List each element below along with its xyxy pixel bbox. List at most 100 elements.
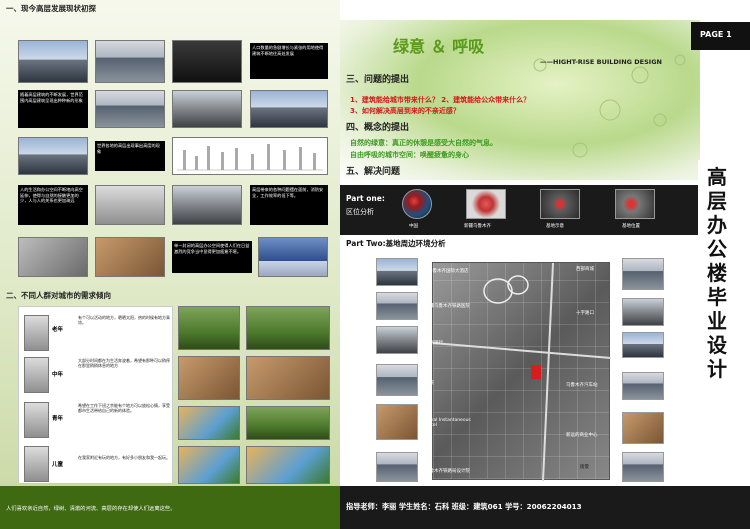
photo-plaza-2 <box>246 356 330 400</box>
map-label-7: 西部商城 <box>576 267 594 272</box>
avatar-youth <box>24 402 49 438</box>
map-label-9: 乌鲁木齐汽车站 <box>566 383 598 388</box>
map-label-11: 街景 <box>580 465 589 470</box>
avatar-middle-aged <box>24 357 49 393</box>
photo-kids-1 <box>178 446 240 484</box>
photo-west-mall <box>622 258 664 290</box>
map-label-5: Royal Instantaneous Hotel <box>425 418 471 428</box>
vt-char-4: 公 <box>707 237 727 261</box>
site-sketch-thumb <box>540 189 580 219</box>
photo-royal-hotel <box>376 404 418 440</box>
chart-building-heights <box>172 137 328 175</box>
english-subtitle: ——HIGHT-RISE BUILDING DESIGN <box>540 58 662 66</box>
photo-skyline-2 <box>95 40 165 83</box>
group-label-youth: 青年 <box>52 416 64 422</box>
caption-2: 随着高层建筑的不断发展，世界范围内高层建筑呈现出种种新的形象 <box>18 90 88 128</box>
photo-youth-1 <box>178 406 240 440</box>
theme-title: 绿意 ＆ 呼吸 <box>393 37 485 56</box>
vt-char-8: 设 <box>707 333 727 357</box>
loc-label-urumqi: 新疆乌鲁木齐 <box>464 224 491 229</box>
map-label-1: 乌鲁木齐国际大酒店 <box>428 269 469 274</box>
caption-6: 单一封闭的高层办公空间使得人们在日益激烈的竞争当中显得更加疲惫不堪。 <box>172 241 252 273</box>
part-one-bar: Part one: 区位分析 中国 新疆乌鲁木齐 基地示意 基地位置 <box>340 185 700 235</box>
photo-walkers <box>95 185 165 225</box>
part-one-title: Part one: <box>346 194 385 203</box>
group-text-middle-aged: 大部分时间都在为生活奔波着，希望有那种可以稍停在那里稍稍休息的地方 <box>78 358 170 369</box>
group-label-middle-aged: 中年 <box>52 372 64 378</box>
group-text-youth: 希望在工作下班之余能有个地方可以放松心情，享受都市生活带给自己的新的体验。 <box>78 403 170 414</box>
footer-right-text: 指导老师：李丽 学生姓名：石科 班级：建筑061 学号：20062204013 <box>346 502 582 511</box>
group-text-elderly: 有个可以活动的地方，晒晒太阳，热的时候有地方乘凉。 <box>78 315 170 326</box>
page-label: PAGE 1 <box>700 30 732 39</box>
photo-bus-station-2 <box>622 372 664 400</box>
question-2: 3、如何解决高层到来的不亲近感？ <box>350 107 460 115</box>
vertical-title: 高 层 办 公 楼 毕 业 设 计 <box>702 165 732 381</box>
site-aerial-map <box>432 262 612 482</box>
section1-title: 一、现今高层发展现状初探 <box>6 4 96 13</box>
globe-thumb <box>402 189 432 219</box>
section2-title: 二、不同人群对城市的需求倾向 <box>6 291 111 300</box>
footer-right: 指导老师：李丽 学生姓名：石科 班级：建筑061 学号：20062204013 <box>340 486 750 529</box>
vt-char-9: 计 <box>707 357 727 381</box>
photo-bus-station <box>622 332 664 358</box>
vt-char-2: 层 <box>707 189 727 213</box>
photo-kids-2 <box>246 446 330 484</box>
avatar-elderly <box>24 315 49 351</box>
group-label-child: 儿童 <box>52 462 64 468</box>
photo-park-1 <box>178 306 240 350</box>
map-label-6: 乌鲁木齐铁路局设计院 <box>425 469 470 474</box>
photo-plaza-1 <box>178 356 240 400</box>
photo-design-institute <box>376 452 418 482</box>
photo-youth-2 <box>246 406 330 440</box>
avatar-child <box>24 446 49 482</box>
part-one-subtitle: 区位分析 <box>346 208 374 216</box>
right-panel: PAGE 1 绿意 ＆ 呼吸 ——HIGHT-RISE BUILDING DES… <box>340 0 750 529</box>
map-label-2: 新疆乌鲁木齐铁路医院 <box>425 304 470 309</box>
photo-skyline-1 <box>18 40 88 83</box>
vt-char-7: 业 <box>707 309 727 333</box>
footer-left-text: 人们喜欢亲近自然，绿树、清澈的河流、高层的存在却使人们远离这些。 <box>6 506 176 512</box>
section4-title: 四、概念的提出 <box>346 123 410 133</box>
photo-commercial-center <box>622 412 664 444</box>
part-two-title: Part Two:基地周边环境分析 <box>346 239 446 248</box>
photo-hospital-1 <box>376 292 418 320</box>
vt-char-5: 楼 <box>707 261 727 285</box>
photo-skyline-4 <box>250 90 328 128</box>
photo-skyline-3 <box>95 90 165 128</box>
vt-char-1: 高 <box>707 165 727 189</box>
page-badge: PAGE 1 <box>691 22 750 50</box>
photo-park-2 <box>246 306 330 350</box>
site-location-thumb <box>615 189 655 219</box>
map-label-8: 十字路口 <box>576 311 594 316</box>
map-label-3: 招商银行 <box>425 341 443 346</box>
height-chart-icon <box>177 144 323 171</box>
caption-3: 世界各地的高层出现事出高度的现象 <box>95 141 165 171</box>
map-label-10: 新远的商业中心 <box>566 433 598 438</box>
concept-1: 自然的绿意：真正的休憩是感受大自然的气息。 <box>350 139 497 147</box>
concept-2: 自由呼吸的城市空间：唤醒疲惫的身心 <box>350 151 469 159</box>
photo-office-crowd <box>18 237 88 277</box>
photo-storm-sky <box>172 185 242 225</box>
caption-5: 高层带来的各种问题摆在面前，消防安全，工作效率的低下等。 <box>250 185 328 225</box>
photo-towers <box>172 90 242 128</box>
photo-hospital-2 <box>376 364 418 396</box>
footer-left: 人们喜欢亲近自然，绿树、清澈的河流、高层的存在却使人们远离这些。 <box>0 486 340 529</box>
region-map-thumb <box>466 189 506 219</box>
loc-label-site-position: 基地位置 <box>622 224 640 229</box>
photo-office-meeting <box>95 237 165 277</box>
question-1: 1、建筑能给城市带来什么？ 2、建筑能给公众带来什么？ <box>350 96 531 104</box>
photo-news-anchors <box>258 237 328 277</box>
section5-title: 五、解决问题 <box>346 167 401 177</box>
photo-book-cover <box>172 40 242 83</box>
photo-streetscape <box>622 452 664 482</box>
map-label-4: 医院 <box>425 381 434 386</box>
section3-title: 三、问题的提出 <box>346 75 410 85</box>
left-panel: 一、现今高层发展现状初探 人口数量的急剧增长与紧张的用地使得建筑不断地往高处发展… <box>0 0 340 529</box>
photo-bank <box>376 326 418 354</box>
loc-label-site-diagram: 基地示意 <box>546 224 564 229</box>
caption-4: 人的生活和办公空间不断地向高空延伸，使得与自然的接触更加的少，人与人的关系也更加… <box>18 185 88 225</box>
photo-crossroad <box>622 298 664 326</box>
vt-char-3: 办 <box>707 213 727 237</box>
photo-hotel <box>376 258 418 286</box>
loc-label-china: 中国 <box>409 224 418 229</box>
